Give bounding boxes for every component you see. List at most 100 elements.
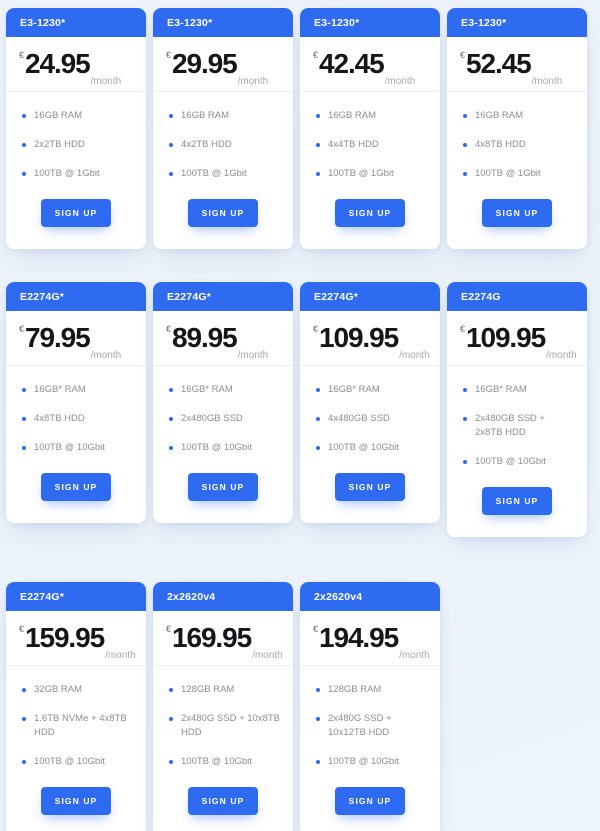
plan-spec-label: 16GB RAM [181, 110, 230, 121]
plan-spec-label: 16GB* RAM [475, 384, 527, 395]
plan-spec-label: 2x2TB HDD [34, 139, 85, 150]
bullet-icon [22, 717, 26, 721]
plan-spec-item: 16GB* RAM [169, 383, 281, 397]
bullet-icon [316, 417, 320, 421]
plan-price-block: €109.95/month [300, 311, 440, 366]
price-amount: 109.95 [466, 322, 546, 353]
plan-title: E2274G* [167, 290, 212, 303]
plan-price-block: €24.95/month [6, 37, 146, 92]
price-period: /month [90, 350, 122, 361]
price-period: /month [90, 76, 122, 87]
plan-card-header: E2274G* [153, 282, 293, 311]
plan-spec-item: 100TB @ 10Gbit [22, 755, 134, 769]
plan-card-header: E2274G* [300, 282, 440, 311]
plan-spec-item: 100TB @ 10Gbit [316, 755, 428, 769]
plan-spec-item: 100TB @ 10Gbit [169, 441, 281, 455]
pricing-row-3: E2274G* €159.95/month 32GB RAM 1.6TB NVMe +… [6, 582, 594, 831]
currency-symbol: € [313, 50, 319, 60]
bullet-icon [463, 114, 467, 118]
plan-spec-label: 4x2TB HDD [181, 139, 232, 150]
plan-spec-list: 32GB RAM 1.6TB NVMe + 4x8TB HDD 100TB @ 10… [6, 666, 146, 769]
plan-spec-item: 100TB @ 10Gbit [22, 441, 134, 455]
bullet-icon [463, 143, 467, 147]
plan-spec-list: 16GB* RAM 2x480GB SSD 100TB @ 10Gbit [153, 366, 293, 455]
signup-button-container: SIGN UP [6, 455, 146, 523]
plan-spec-list: 16GB* RAM 4x8TB HDD 100TB @ 10Gbit [6, 366, 146, 455]
price-period: /month [546, 350, 577, 361]
plan-spec-label: 100TB @ 10Gbit [328, 442, 399, 453]
signup-button[interactable]: SIGN UP [334, 473, 406, 501]
signup-button[interactable]: SIGN UP [481, 199, 553, 227]
bullet-icon [463, 417, 467, 421]
plan-spec-label: 16GB* RAM [34, 384, 86, 395]
plan-spec-label: 100TB @ 1Gbit [34, 168, 100, 179]
plan-spec-item: 100TB @ 10Gbit [316, 441, 428, 455]
signup-button[interactable]: SIGN UP [187, 473, 259, 501]
signup-button-container: SIGN UP [153, 455, 293, 523]
plan-spec-item: 4x4TB HDD [316, 138, 428, 152]
plan-title: E3-1230* [20, 16, 66, 29]
plan-card: E3-1230* €42.45/month 16GB RAM 4x4TB HDD 100… [300, 8, 440, 249]
plan-spec-item: 32GB RAM [22, 683, 134, 697]
plan-price-block: €159.95/month [6, 611, 146, 666]
plan-spec-item: 16GB* RAM [463, 383, 575, 397]
price-amount: 52.45 [466, 48, 532, 79]
plan-title: E2274G* [20, 590, 65, 603]
bullet-icon [169, 417, 173, 421]
signup-button-container: SIGN UP [6, 181, 146, 249]
bullet-icon [169, 446, 173, 450]
plan-spec-list: 16GB RAM 4x4TB HDD 100TB @ 1Gbit [300, 92, 440, 181]
signup-button[interactable]: SIGN UP [40, 787, 112, 815]
bullet-icon [22, 688, 26, 692]
plan-spec-list: 16GB* RAM 4x480GB SSD 100TB @ 10Gbit [300, 366, 440, 455]
plan-price-block: €29.95/month [153, 37, 293, 92]
bullet-icon [22, 388, 26, 392]
bullet-icon [169, 388, 173, 392]
signup-button[interactable]: SIGN UP [187, 199, 259, 227]
plan-card-header: E3-1230* [447, 8, 587, 37]
bullet-icon [316, 446, 320, 450]
plan-spec-item: 100TB @ 1Gbit [463, 167, 575, 181]
bullet-icon [463, 460, 467, 464]
plan-spec-label: 100TB @ 1Gbit [181, 168, 247, 179]
plan-card: E3-1230* €52.45/month 16GB RAM 4x8TB HDD 100… [447, 8, 587, 249]
signup-button[interactable]: SIGN UP [187, 787, 259, 815]
signup-button[interactable]: SIGN UP [334, 199, 406, 227]
price-amount: 159.95 [25, 622, 105, 653]
plan-spec-item: 100TB @ 10Gbit [169, 755, 281, 769]
plan-price-block: €42.45/month [300, 37, 440, 92]
plan-card-header: E3-1230* [153, 8, 293, 37]
plan-spec-list: 16GB* RAM 2x480GB SSD + 2x8TB HDD 100TB @ … [447, 366, 587, 469]
plan-spec-item: 16GB* RAM [316, 383, 428, 397]
signup-button[interactable]: SIGN UP [334, 787, 406, 815]
price-amount: 194.95 [319, 622, 399, 653]
price-period: /month [399, 650, 430, 661]
plan-spec-item: 128GB RAM [316, 683, 428, 697]
bullet-icon [22, 446, 26, 450]
signup-button[interactable]: SIGN UP [481, 487, 553, 515]
price-amount: 79.95 [25, 322, 91, 353]
bullet-icon [463, 388, 467, 392]
bullet-icon [22, 760, 26, 764]
plan-spec-label: 16GB* RAM [328, 384, 380, 395]
signup-button[interactable]: SIGN UP [40, 199, 112, 227]
plan-price-block: €194.95/month [300, 611, 440, 666]
signup-button-container: SIGN UP [300, 769, 440, 831]
plan-spec-list: 128GB RAM 2x480G SSD + 10x12TB HDD 100TB @… [300, 666, 440, 769]
bullet-icon [169, 688, 173, 692]
plan-spec-item: 2x480GB SSD [169, 412, 281, 426]
plan-spec-item: 2x480G SSD + 10x8TB HDD [169, 712, 281, 740]
plan-spec-item: 2x480GB SSD + 2x8TB HDD [463, 412, 575, 440]
price-period: /month [105, 650, 136, 661]
plan-card: E2274G* €159.95/month 32GB RAM 1.6TB NVMe +… [6, 582, 146, 831]
plan-title: E3-1230* [461, 16, 507, 29]
plan-spec-label: 32GB RAM [34, 684, 83, 695]
price-period: /month [237, 76, 269, 87]
plan-spec-label: 128GB RAM [328, 684, 382, 695]
signup-button[interactable]: SIGN UP [40, 473, 112, 501]
bullet-icon [169, 143, 173, 147]
plan-price-block: €169.95/month [153, 611, 293, 666]
currency-symbol: € [166, 50, 172, 60]
currency-symbol: € [19, 324, 25, 334]
plan-spec-label: 100TB @ 1Gbit [475, 168, 541, 179]
